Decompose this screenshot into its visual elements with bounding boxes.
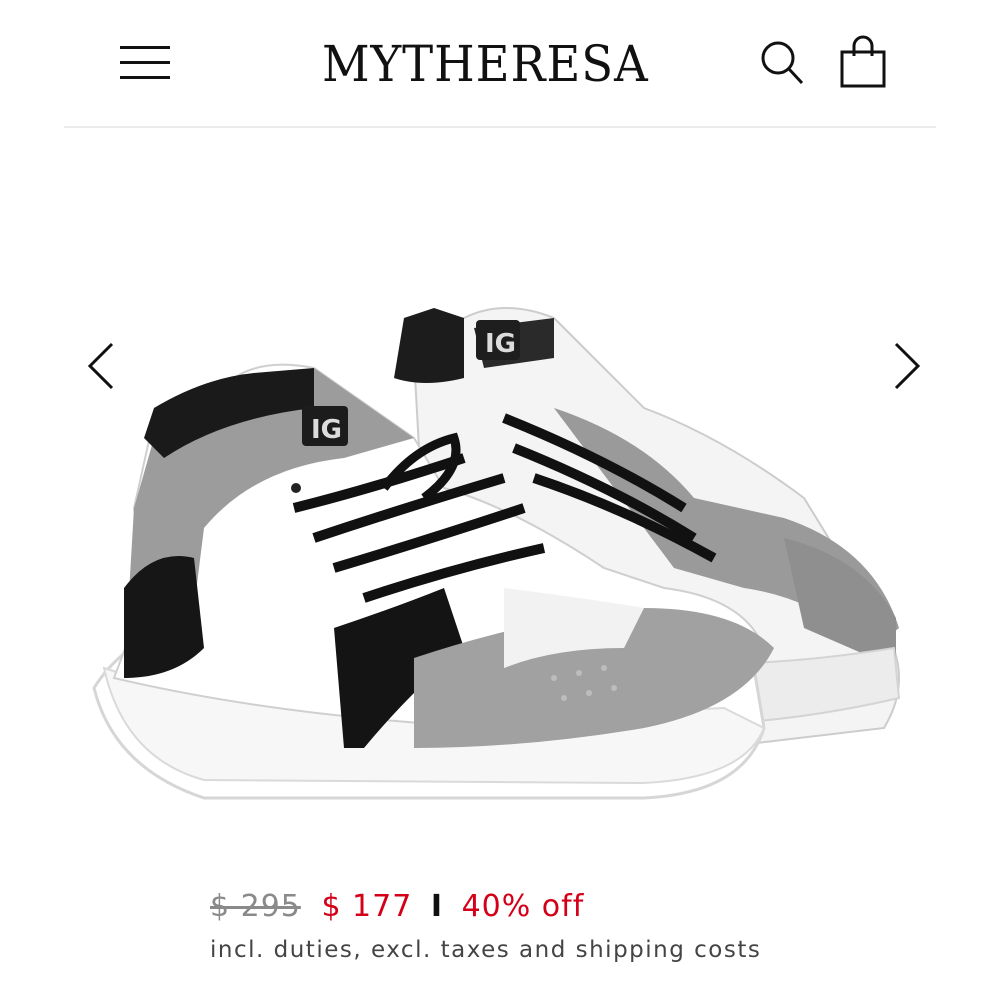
shopping-bag-button[interactable] [836,34,890,90]
product-gallery: IG IG [64,128,936,870]
chevron-right-icon [894,342,921,390]
discount-badge: 40% off [461,889,585,924]
menu-button[interactable] [118,40,172,84]
hamburger-menu-icon [120,46,170,79]
price-row: $ 295 $ 177 I 40% off [210,884,584,930]
svg-text:IG: IG [311,415,342,445]
brand-logo[interactable]: MYTHERESA [322,34,657,94]
previous-image-button[interactable] [82,336,122,396]
sale-price: $ 177 [321,889,413,924]
product-image[interactable]: IG IG [84,208,916,868]
next-image-button[interactable] [886,336,926,396]
original-price: $ 295 [210,889,301,924]
search-button[interactable] [758,38,806,88]
price-separator: I [430,889,444,924]
search-icon [761,41,804,85]
price-note: incl. duties, excl. taxes and shipping c… [210,937,762,963]
shopping-bag-icon [840,35,886,88]
site-header: MYTHERESA [0,0,1000,126]
svg-text:IG: IG [485,329,516,359]
chevron-left-icon [87,342,114,390]
